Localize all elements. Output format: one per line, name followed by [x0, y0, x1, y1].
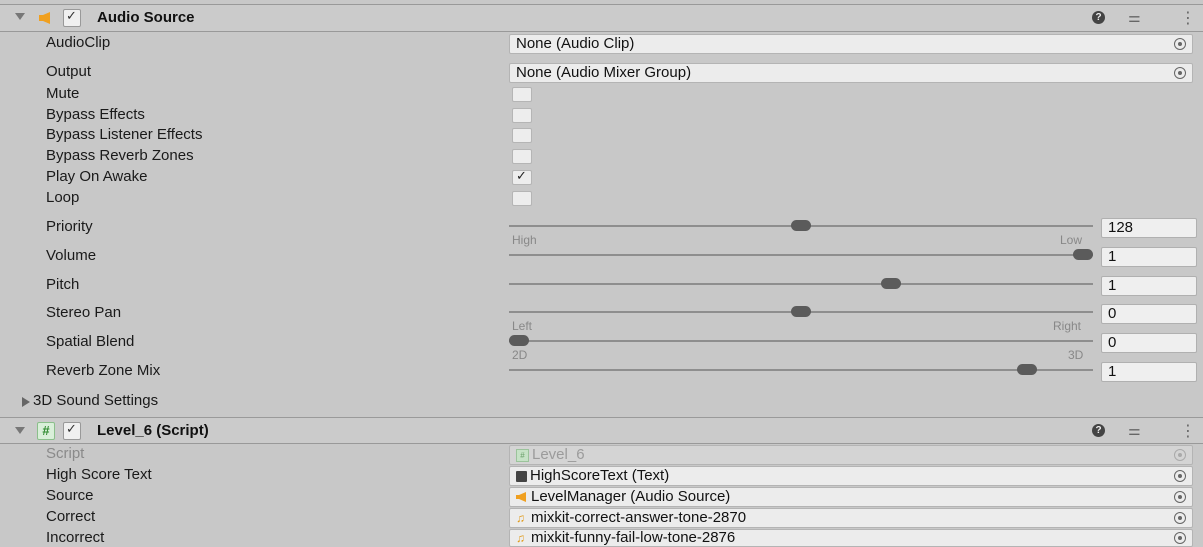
play-on-awake-checkbox[interactable]: ✓	[512, 168, 532, 185]
incorrect-label: Incorrect	[46, 529, 105, 546]
bypass-reverb-zones-checkbox[interactable]	[512, 149, 532, 164]
script-field: # Level_6	[509, 445, 1193, 465]
pitch-slider-track[interactable]	[509, 283, 1093, 285]
spatial-blend-max-label: 3D	[1068, 348, 1084, 362]
volume-label: Volume	[46, 247, 97, 264]
output-value: None (Audio Mixer Group)	[516, 64, 692, 81]
script-icon: #	[37, 422, 55, 440]
priority-max-label: Low	[1060, 233, 1083, 247]
stereo-pan-min-label: Left	[512, 319, 533, 333]
source-value: LevelManager (Audio Source)	[531, 488, 731, 505]
volume-slider-track[interactable]	[509, 254, 1093, 256]
audio-clip-icon: ♫	[516, 511, 525, 526]
mute-checkbox[interactable]	[512, 87, 532, 102]
high-score-text-value: HighScoreText (Text)	[530, 467, 670, 484]
spatial-blend-min-label: 2D	[512, 348, 528, 362]
bypass-reverb-zones-label: Bypass Reverb Zones	[46, 147, 194, 164]
priority-label: Priority	[46, 218, 93, 235]
bypass-effects-checkbox[interactable]	[512, 108, 532, 123]
script-value: Level_6	[532, 446, 585, 463]
audio-source-icon	[516, 492, 526, 503]
help-icon[interactable]: ?	[1092, 424, 1105, 437]
component-title: Level_6 (Script)	[97, 422, 209, 439]
pitch-label: Pitch	[46, 276, 80, 293]
audioclip-value: None (Audio Clip)	[516, 35, 635, 52]
object-picker-icon[interactable]	[1174, 491, 1186, 503]
object-picker-icon[interactable]	[1174, 38, 1186, 50]
script-file-icon: #	[516, 448, 529, 462]
text-component-icon	[516, 470, 527, 482]
script-enable-checkbox[interactable]: ✓	[63, 421, 81, 440]
kebab-menu-icon[interactable]: ⋮	[1180, 421, 1196, 441]
stereo-pan-value-field[interactable]: 0	[1101, 304, 1197, 324]
incorrect-field[interactable]: ♫ mixkit-funny-fail-low-tone-2876	[509, 529, 1193, 547]
source-field[interactable]: LevelManager (Audio Source)	[509, 487, 1193, 507]
priority-value-field[interactable]: 128	[1101, 218, 1197, 238]
audio-source-header[interactable]: ✓ Audio Source ? ⚌ ⋮	[0, 4, 1203, 32]
audio-clip-icon: ♫	[516, 531, 525, 546]
foldout-arrow-icon[interactable]	[22, 397, 30, 407]
object-picker-icon[interactable]	[1174, 67, 1186, 79]
pitch-value-field[interactable]: 1	[1101, 276, 1197, 296]
script-label: Script	[46, 445, 85, 462]
volume-value-field[interactable]: 1	[1101, 247, 1197, 267]
audio-source-enable-checkbox[interactable]: ✓	[63, 8, 81, 27]
3d-sound-settings-foldout[interactable]: 3D Sound Settings	[33, 392, 158, 409]
check-icon: ✓	[516, 168, 527, 183]
stereo-pan-slider-thumb[interactable]	[791, 306, 811, 317]
object-picker-icon	[1174, 449, 1186, 461]
audioclip-label: AudioClip	[46, 34, 111, 51]
pitch-slider-thumb[interactable]	[881, 278, 902, 289]
correct-value: mixkit-correct-answer-tone-2870	[531, 509, 747, 526]
help-icon[interactable]: ?	[1092, 11, 1105, 24]
mute-label: Mute	[46, 85, 80, 102]
check-icon: ✓	[66, 421, 77, 436]
object-picker-icon[interactable]	[1174, 470, 1186, 482]
volume-slider-thumb[interactable]	[1073, 249, 1093, 260]
bypass-listener-effects-label: Bypass Listener Effects	[46, 126, 203, 143]
reverb-zone-mix-slider-track[interactable]	[509, 369, 1093, 371]
reverb-zone-mix-label: Reverb Zone Mix	[46, 362, 161, 379]
reverb-zone-mix-value-field[interactable]: 1	[1101, 362, 1197, 382]
loop-label: Loop	[46, 189, 80, 206]
audioclip-field[interactable]: None (Audio Clip)	[509, 34, 1193, 54]
high-score-text-label: High Score Text	[46, 466, 152, 483]
presets-icon[interactable]: ⚌	[1128, 422, 1141, 439]
incorrect-value: mixkit-funny-fail-low-tone-2876	[531, 529, 736, 546]
priority-min-label: High	[512, 233, 537, 247]
kebab-menu-icon[interactable]: ⋮	[1180, 8, 1196, 28]
source-label: Source	[46, 487, 94, 504]
object-picker-icon[interactable]	[1174, 532, 1186, 544]
reverb-zone-mix-slider-thumb[interactable]	[1016, 364, 1037, 375]
priority-slider-thumb[interactable]	[791, 220, 811, 231]
high-score-text-field[interactable]: HighScoreText (Text)	[509, 466, 1193, 486]
audio-source-icon	[39, 12, 50, 24]
script-component-header[interactable]: # ✓ Level_6 (Script) ? ⚌ ⋮	[0, 417, 1203, 444]
output-field[interactable]: None (Audio Mixer Group)	[509, 63, 1193, 83]
loop-checkbox[interactable]	[512, 191, 532, 206]
spatial-blend-slider-track[interactable]	[509, 340, 1093, 342]
spatial-blend-slider-thumb[interactable]	[509, 335, 529, 346]
output-label: Output	[46, 63, 92, 80]
fold-arrow-icon[interactable]	[15, 13, 25, 20]
check-icon: ✓	[66, 8, 77, 23]
stereo-pan-max-label: Right	[1053, 319, 1082, 333]
spatial-blend-value-field[interactable]: 0	[1101, 333, 1197, 353]
component-title: Audio Source	[97, 9, 195, 26]
bypass-listener-effects-checkbox[interactable]	[512, 128, 532, 143]
correct-field[interactable]: ♫ mixkit-correct-answer-tone-2870	[509, 508, 1193, 528]
stereo-pan-label: Stereo Pan	[46, 304, 122, 321]
play-on-awake-label: Play On Awake	[46, 168, 148, 185]
presets-icon[interactable]: ⚌	[1128, 9, 1141, 26]
fold-arrow-icon[interactable]	[15, 427, 25, 434]
object-picker-icon[interactable]	[1174, 512, 1186, 524]
bypass-effects-label: Bypass Effects	[46, 106, 145, 123]
correct-label: Correct	[46, 508, 96, 525]
spatial-blend-label: Spatial Blend	[46, 333, 135, 350]
